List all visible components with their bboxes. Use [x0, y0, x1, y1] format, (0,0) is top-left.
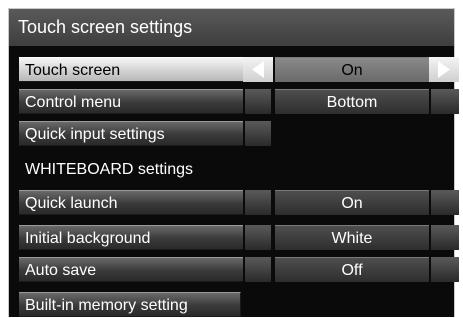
row-divider: [243, 89, 273, 114]
row-divider: [243, 257, 273, 282]
quick-launch-value[interactable]: On: [275, 190, 429, 215]
row-divider: [243, 121, 273, 146]
quick-input-settings-label[interactable]: Quick input settings: [19, 121, 243, 146]
quick-launch-label[interactable]: Quick launch: [19, 190, 243, 215]
row-end-cap: [431, 225, 459, 250]
touch-screen-value[interactable]: On: [275, 57, 429, 82]
row-end-cap: [431, 89, 459, 114]
auto-save-value[interactable]: Off: [275, 257, 429, 282]
panel-title: Touch screen settings: [9, 9, 454, 46]
row-end-cap: [431, 257, 459, 282]
auto-save-label[interactable]: Auto save: [19, 257, 243, 282]
whiteboard-section-label: WHITEBOARD settings: [25, 161, 194, 178]
row-divider: [243, 225, 273, 250]
control-menu-value[interactable]: Bottom: [275, 89, 429, 114]
built-in-memory-setting-label[interactable]: Built-in memory setting: [19, 292, 241, 317]
touch-screen-settings-panel: Touch screen settings Touch screen On Co…: [8, 8, 459, 317]
initial-background-label[interactable]: Initial background: [19, 225, 243, 250]
control-menu-label[interactable]: Control menu: [19, 89, 243, 114]
row-end-cap: [431, 190, 459, 215]
initial-background-value[interactable]: White: [275, 225, 429, 250]
right-arrow-icon[interactable]: [429, 57, 459, 82]
left-arrow-icon[interactable]: [243, 57, 273, 82]
touch-screen-label[interactable]: Touch screen: [19, 57, 243, 82]
row-divider: [243, 190, 273, 215]
